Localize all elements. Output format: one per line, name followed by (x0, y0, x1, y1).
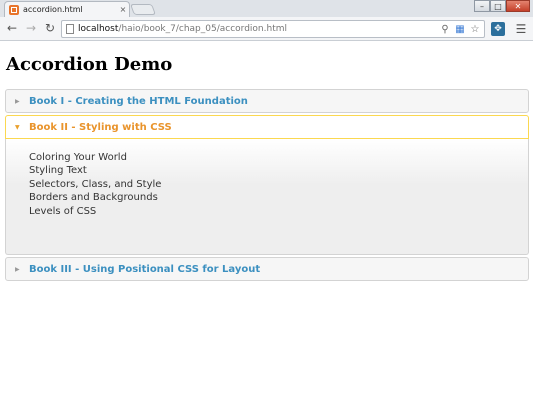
accordion-panel-book-2: Coloring Your World Styling Text Selecto… (5, 139, 529, 255)
search-icon[interactable]: ⚲ (439, 23, 451, 35)
url-path: /haio/book_7/chap_05/accordion.html (118, 24, 288, 34)
html-file-icon (9, 4, 19, 15)
hamburger-menu-icon[interactable]: ☰ (514, 22, 528, 36)
address-bar[interactable]: localhost/haio/book_7/chap_05/accordion.… (61, 20, 485, 38)
list-item: Coloring Your World (29, 152, 127, 163)
browser-toolbar: ← → ↻ localhost/haio/book_7/chap_05/acco… (0, 17, 533, 41)
reload-icon[interactable]: ↻ (42, 20, 58, 36)
tab-title: accordion.html (23, 5, 83, 14)
browser-tab[interactable]: accordion.html × (4, 1, 130, 17)
accordion-header-book-3[interactable]: ▶ Book III - Using Positional CSS for La… (5, 257, 529, 281)
accordion-header-label: Book III - Using Positional CSS for Layo… (29, 263, 261, 275)
new-tab-button[interactable] (129, 4, 157, 15)
page-title: Accordion Demo (6, 54, 173, 75)
triangle-right-icon: ▶ (15, 97, 20, 105)
list-item: Selectors, Class, and Style (29, 178, 162, 190)
maximize-icon[interactable]: □ (490, 0, 506, 12)
page-icon (66, 24, 74, 34)
translate-icon[interactable]: ▦ (454, 23, 466, 35)
window-controls: – □ ✕ (474, 0, 530, 12)
tab-close-icon[interactable]: × (117, 5, 129, 14)
accordion-header-label: Book I - Creating the HTML Foundation (29, 95, 248, 107)
forward-arrow-icon[interactable]: → (23, 20, 39, 36)
browser-titlebar: accordion.html × – □ ✕ (0, 0, 533, 17)
triangle-down-icon: ▼ (15, 123, 20, 131)
accordion: ▶ Book I - Creating the HTML Foundation … (5, 89, 529, 283)
url-host: localhost (78, 24, 119, 34)
triangle-right-icon: ▶ (15, 265, 20, 273)
accordion-header-label: Book II - Styling with CSS (29, 121, 172, 133)
window-close-icon[interactable]: ✕ (506, 0, 530, 12)
accordion-header-book-1[interactable]: ▶ Book I - Creating the HTML Foundation (5, 89, 529, 113)
list-item: Levels of CSS (29, 205, 97, 217)
back-arrow-icon[interactable]: ← (4, 20, 20, 36)
star-icon[interactable]: ☆ (469, 23, 481, 35)
minimize-icon[interactable]: – (474, 0, 490, 12)
accordion-header-book-2[interactable]: ▼ Book II - Styling with CSS (5, 115, 529, 139)
extension-icon[interactable]: ✥ (491, 22, 505, 36)
address-bar-icons: ⚲ ▦ ☆ (439, 23, 484, 35)
list-item: Borders and Backgrounds (29, 192, 158, 204)
list-item: Styling Text (29, 165, 87, 177)
address-url[interactable]: localhost/haio/book_7/chap_05/accordion.… (78, 24, 439, 34)
